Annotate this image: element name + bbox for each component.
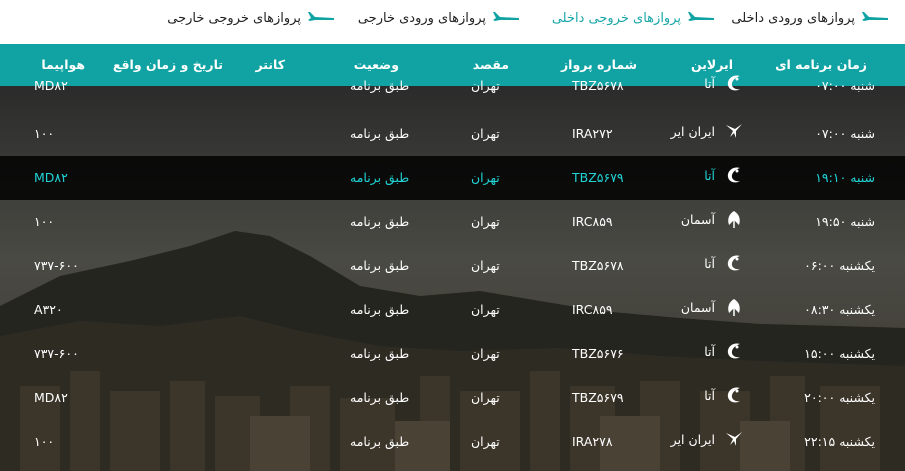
airline-name: آتا [704, 343, 715, 359]
table-row[interactable]: یکشنبه ۱۵:۰۰ آتا TBZ۵۶۷۶ تهران طبق برنام… [0, 332, 905, 376]
destination: تهران [471, 258, 500, 273]
flight-number: TBZ۵۶۷۹ [572, 390, 624, 405]
table-row[interactable]: شنبه ۰۷:۰۰ ایران ایر IRA۲۷۲ تهران طبق بر… [0, 112, 905, 156]
flight-status: طبق برنامه [350, 170, 410, 185]
table-row-highlighted[interactable]: شنبه ۱۹:۱۰ آتا TBZ۵۶۷۹ تهران طبق برنامه … [0, 156, 905, 200]
flight-status: طبق برنامه [350, 346, 410, 361]
destination: تهران [471, 214, 500, 229]
airplane-icon [308, 11, 334, 21]
tab-international-departures[interactable]: پروازهای خروجی خارجی [167, 11, 335, 26]
airline-name: ایران ایر [670, 123, 715, 139]
flight-status: طبق برنامه [350, 434, 410, 449]
tab-domestic-departures[interactable]: پروازهای خروجی داخلی [552, 11, 715, 26]
aircraft-type: ۷۳۷-۶۰۰ [34, 346, 79, 361]
airplane-icon [862, 11, 888, 21]
tab-label: پروازهای ورودی خارجی [357, 11, 486, 26]
ata-logo-icon [727, 343, 740, 359]
airline-name: آسمان [680, 299, 715, 315]
tab-label: پروازهای ورودی داخلی [731, 11, 855, 26]
airline: آتا [704, 384, 745, 406]
airline-name: ایران ایر [670, 431, 715, 447]
iranair-logo-icon [726, 432, 742, 446]
flight-status: طبق برنامه [350, 302, 410, 317]
table-row[interactable]: شنبه ۰۷:۰۰ آتا TBZ۵۶۷۸ تهران طبق برنامه … [0, 64, 905, 108]
iranair-logo-icon [726, 124, 742, 138]
destination: تهران [471, 390, 500, 405]
airline: آتا [704, 72, 745, 94]
ata-logo-icon [727, 167, 740, 183]
flight-status: طبق برنامه [350, 214, 410, 229]
ata-logo-icon [727, 75, 740, 91]
flight-number: IRC۸۵۹ [572, 214, 613, 229]
airline-name: آتا [704, 75, 715, 91]
destination: تهران [471, 170, 500, 185]
airline-name: آتا [704, 255, 715, 271]
tab-international-arrivals[interactable]: پروازهای ورودی خارجی [358, 11, 520, 26]
airline-name: آتا [704, 387, 715, 403]
scheduled-time: یکشنبه ۲۲:۱۵ [804, 434, 875, 449]
scheduled-time: شنبه ۰۷:۰۰ [815, 78, 875, 93]
ata-logo-icon [727, 255, 740, 271]
flight-number: IRA۲۷۸ [572, 434, 613, 449]
flight-status: طبق برنامه [350, 258, 410, 273]
aircraft-type: ۱۰۰ [34, 214, 55, 229]
flight-number: IRA۲۷۲ [572, 126, 613, 141]
flight-number: TBZ۵۶۷۸ [572, 258, 624, 273]
table-row[interactable]: یکشنبه ۲۲:۱۵ ایران ایر IRA۲۷۸ تهران طبق … [0, 420, 905, 464]
flight-table-body: شنبه ۰۷:۰۰ آتا TBZ۵۶۷۸ تهران طبق برنامه … [0, 76, 905, 471]
scheduled-time: یکشنبه ۲۰:۰۰ [804, 390, 875, 405]
scheduled-time: شنبه ۱۹:۱۰ [815, 170, 875, 185]
aircraft-type: A۳۲۰ [34, 302, 63, 317]
flight-status: طبق برنامه [350, 78, 410, 93]
table-row[interactable]: شنبه ۱۹:۵۰ آسمان IRC۸۵۹ تهران طبق برنامه… [0, 200, 905, 244]
aircraft-type: MD۸۲ [34, 170, 68, 185]
airline: آتا [704, 252, 745, 274]
flight-type-tabs: پروازهای ورودی داخلی پروازهای خروجی داخل… [0, 0, 905, 44]
flight-status: طبق برنامه [350, 390, 410, 405]
destination: تهران [471, 78, 500, 93]
airline: آسمان [681, 208, 745, 230]
scheduled-time: شنبه ۱۹:۵۰ [815, 214, 875, 229]
table-row[interactable]: یکشنبه ۰۸:۳۰ آسمان IRC۸۵۹ تهران طبق برنا… [0, 288, 905, 332]
tab-label: پروازهای خروجی داخلی [551, 11, 681, 26]
airline-name: آسمان [680, 211, 715, 227]
destination: تهران [471, 302, 500, 317]
flight-status: طبق برنامه [350, 126, 410, 141]
flight-number: IRC۸۵۹ [572, 302, 613, 317]
aircraft-type: ۷۳۷-۶۰۰ [34, 258, 79, 273]
airplane-icon [688, 11, 714, 21]
flight-number: TBZ۵۶۷۸ [572, 78, 624, 93]
airline: آتا [704, 164, 745, 186]
scheduled-time: یکشنبه ۱۵:۰۰ [804, 346, 875, 361]
aircraft-type: MD۸۲ [34, 78, 68, 93]
table-row[interactable]: یکشنبه ۰۶:۰۰ آتا TBZ۵۶۷۸ تهران طبق برنام… [0, 244, 905, 288]
table-row[interactable]: یکشنبه ۲۰:۰۰ آتا TBZ۵۶۷۹ تهران طبق برنام… [0, 376, 905, 420]
airline-name: آتا [704, 167, 715, 183]
tab-label: پروازهای خروجی خارجی [167, 11, 301, 26]
scheduled-time: یکشنبه ۰۶:۰۰ [804, 258, 875, 273]
airplane-icon [493, 11, 519, 21]
destination: تهران [471, 126, 500, 141]
aseman-logo-icon [728, 211, 740, 228]
aircraft-type: ۱۰۰ [34, 434, 55, 449]
tab-domestic-arrivals[interactable]: پروازهای ورودی داخلی [731, 11, 889, 26]
airline: ایران ایر [671, 428, 745, 450]
aircraft-type: ۱۰۰ [34, 126, 55, 141]
airline: آتا [704, 340, 745, 362]
scheduled-time: شنبه ۰۷:۰۰ [815, 126, 875, 141]
airline: ایران ایر [671, 120, 745, 142]
destination: تهران [471, 434, 500, 449]
flight-number: TBZ۵۶۷۹ [572, 170, 624, 185]
flight-number: TBZ۵۶۷۶ [572, 346, 624, 361]
ata-logo-icon [727, 387, 740, 403]
destination: تهران [471, 346, 500, 361]
scheduled-time: یکشنبه ۰۸:۳۰ [804, 302, 875, 317]
airline: آسمان [681, 296, 745, 318]
aircraft-type: MD۸۲ [34, 390, 68, 405]
aseman-logo-icon [728, 299, 740, 316]
